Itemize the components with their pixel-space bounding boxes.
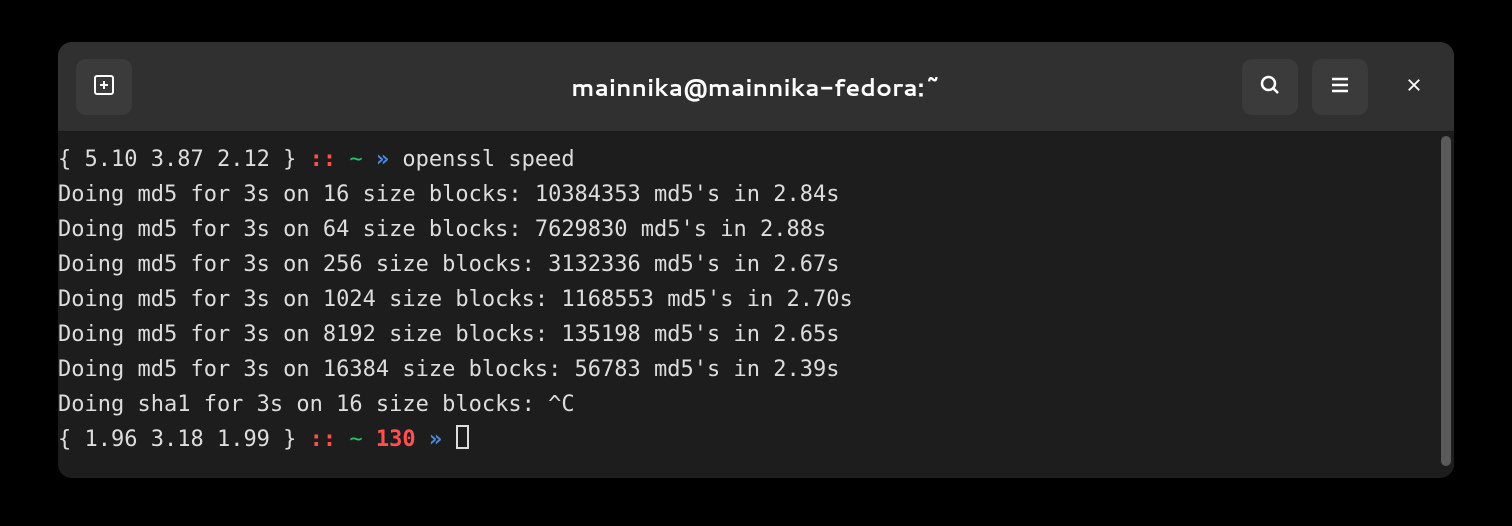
output-line: Doing md5 for 3s on 8192 size blocks: 13…: [58, 317, 1438, 352]
prompt-sep: ::: [296, 147, 349, 172]
terminal-window: mainnika@mainnika-fedora:~: [58, 42, 1454, 478]
prompt-command: openssl speed: [402, 147, 574, 172]
output-line: Doing md5 for 3s on 256 size blocks: 313…: [58, 247, 1438, 282]
output-line: Doing md5 for 3s on 16384 size blocks: 5…: [58, 352, 1438, 387]
output-line: Doing md5 for 3s on 16 size blocks: 1038…: [58, 177, 1438, 212]
search-icon: [1258, 73, 1282, 101]
close-button[interactable]: [1392, 65, 1436, 109]
close-icon: [1405, 76, 1423, 98]
prompt-line: { 1.96 3.18 1.99 } :: ~ 130 »: [58, 422, 1438, 457]
new-tab-button[interactable]: [76, 59, 132, 115]
prompt-open: {: [58, 147, 85, 172]
prompt-close: }: [270, 427, 297, 452]
prompt-arrow: »: [416, 427, 456, 452]
terminal-cursor: [456, 425, 469, 449]
scrollbar[interactable]: [1438, 132, 1454, 478]
output-line: Doing sha1 for 3s on 16 size blocks: ^C: [58, 387, 1438, 422]
prompt-arrow: »: [363, 147, 403, 172]
titlebar: mainnika@mainnika-fedora:~: [58, 42, 1454, 132]
titlebar-right-group: [1242, 59, 1436, 115]
hamburger-icon: [1328, 73, 1352, 101]
prompt-cwd: ~: [349, 427, 362, 452]
new-tab-icon: [92, 73, 116, 101]
prompt-cwd: ~: [349, 147, 362, 172]
prompt-close: }: [270, 147, 297, 172]
terminal-content[interactable]: { 5.10 3.87 2.12 } :: ~ » openssl speedD…: [58, 132, 1438, 478]
terminal-body[interactable]: { 5.10 3.87 2.12 } :: ~ » openssl speedD…: [58, 132, 1454, 478]
output-line: Doing md5 for 3s on 1024 size blocks: 11…: [58, 282, 1438, 317]
prompt-line: { 5.10 3.87 2.12 } :: ~ » openssl speed: [58, 142, 1438, 177]
load-avg: 5.10 3.87 2.12: [85, 147, 270, 172]
prompt-sep: ::: [296, 427, 349, 452]
exit-code: 130: [363, 427, 416, 452]
load-avg: 1.96 3.18 1.99: [85, 427, 270, 452]
scrollbar-thumb[interactable]: [1441, 136, 1451, 466]
prompt-open: {: [58, 427, 85, 452]
output-line: Doing md5 for 3s on 64 size blocks: 7629…: [58, 212, 1438, 247]
menu-button[interactable]: [1312, 59, 1368, 115]
search-button[interactable]: [1242, 59, 1298, 115]
